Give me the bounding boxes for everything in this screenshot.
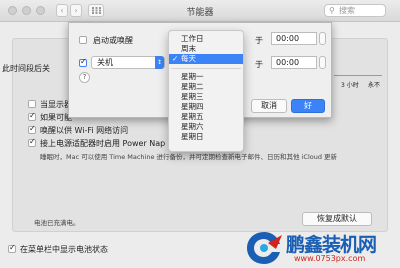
turn-off-after-label: 此时间段后关 (2, 64, 50, 73)
slider-label-3h: 3 小时 (341, 82, 359, 89)
startup-wake-checkbox[interactable] (79, 36, 87, 44)
menu-separator (171, 68, 241, 69)
cancel-button[interactable]: 取消 (251, 99, 287, 113)
chevron-updown-icon: ↕ (155, 56, 164, 69)
site-watermark: 鹏鑫装机网 www.0753px.com (236, 228, 400, 268)
menu-item-friday[interactable]: 星期五 (169, 112, 243, 122)
energy-saver-window: ‹ › 节能器 ⚲ 搜索 此时间段后关 3 小时 永不 当显示器 如果可能 唤醒… (0, 0, 400, 268)
wake-possible-checkbox[interactable] (28, 111, 36, 121)
time-field-1[interactable]: 00:00 (271, 32, 317, 45)
title-bar: ‹ › 节能器 ⚲ 搜索 (0, 0, 400, 22)
menu-item-thursday[interactable]: 星期四 (169, 102, 243, 112)
menu-item-monday[interactable]: 星期一 (169, 72, 243, 82)
schedule-dropdown-menu: 工作日 周末 ✓ 每天 星期一 星期二 星期三 星期四 星期五 星期六 星期日 (168, 30, 244, 152)
menu-item-tuesday[interactable]: 星期二 (169, 82, 243, 92)
watermark-url-text: www.0753px.com (294, 254, 366, 263)
search-input[interactable]: ⚲ 搜索 (324, 4, 386, 17)
time-stepper-1[interactable] (319, 32, 326, 45)
action-select[interactable]: 关机 ↕ (91, 56, 165, 69)
menu-item-wednesday[interactable]: 星期三 (169, 92, 243, 102)
checkmark-icon: ✓ (172, 54, 179, 63)
watermark-brand-text: 鹏鑫装机网 (286, 234, 377, 256)
action-select-value: 关机 (97, 58, 113, 67)
menu-item-weekend[interactable]: 周末 (169, 44, 243, 54)
power-nap-checkbox[interactable] (28, 137, 36, 147)
search-placeholder: 搜索 (339, 6, 355, 15)
action-checkbox[interactable] (79, 57, 87, 67)
time-stepper-2[interactable] (319, 56, 326, 69)
menu-item-saturday[interactable]: 星期六 (169, 122, 243, 132)
show-battery-status-checkbox[interactable] (8, 243, 16, 253)
slider-track[interactable] (334, 75, 382, 76)
wifi-wake-label: 唤醒以供 Wi-Fi 网络访问 (40, 126, 129, 135)
power-nap-description: 睡眠时，Mac 可以使用 Time Machine 进行备份，并可定期检查新电子… (40, 153, 338, 161)
at-label-1: 于 (255, 36, 263, 45)
wifi-wake-checkbox[interactable] (28, 124, 36, 134)
watermark-logo-icon (247, 232, 282, 264)
ok-button[interactable]: 好 (291, 99, 325, 113)
slider-label-never: 永不 (368, 82, 381, 89)
startup-wake-label: 启动或唤醒 (93, 36, 133, 45)
battery-status-text: 电池已充满电。 (34, 219, 80, 227)
search-icon: ⚲ (329, 6, 335, 15)
menu-item-everyday[interactable]: ✓ 每天 (169, 54, 243, 64)
restore-defaults-button[interactable]: 恢复成默认 (302, 212, 372, 226)
display-sleep-checkbox[interactable] (28, 100, 36, 108)
power-nap-label: 接上电源适配器时启用 Power Nap (40, 139, 166, 148)
menu-item-weekdays[interactable]: 工作日 (169, 34, 243, 44)
help-button[interactable]: ? (79, 72, 90, 83)
menu-item-sunday[interactable]: 星期日 (169, 132, 243, 142)
show-battery-status-label: 在菜单栏中显示电池状态 (20, 245, 108, 254)
time-field-2[interactable]: 00:00 (271, 56, 317, 69)
at-label-2: 于 (255, 60, 263, 69)
